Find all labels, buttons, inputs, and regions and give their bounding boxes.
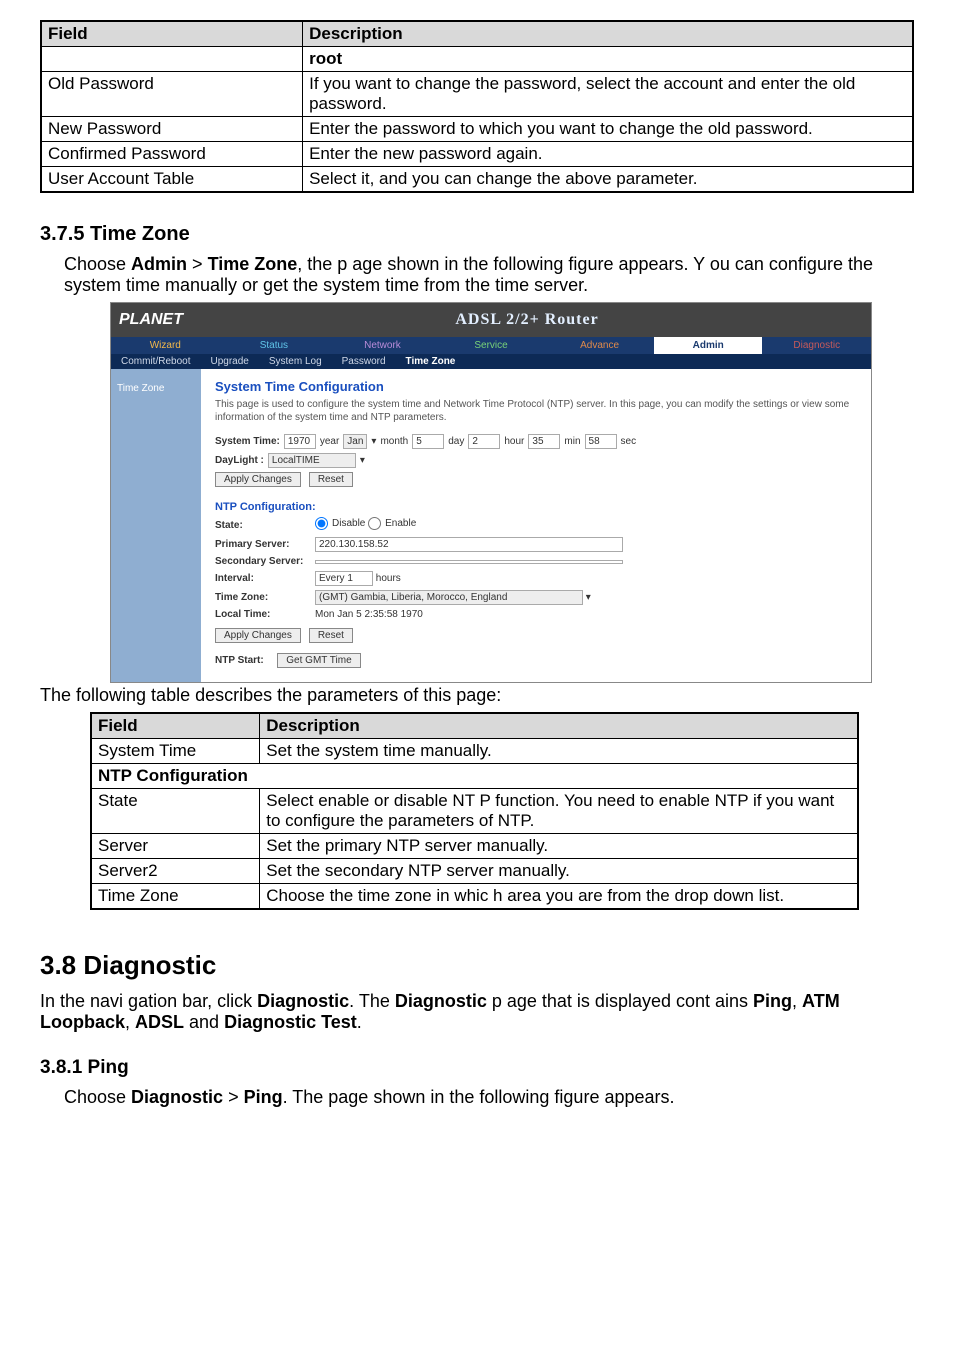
chevron-down-icon: ▾ [371,436,376,447]
tab-status[interactable]: Status [220,337,329,354]
para-381: Choose Diagnostic > Ping. The page shown… [64,1087,914,1108]
timezone-field-table: Field Description System Time Set the sy… [90,712,859,910]
disable-radio[interactable] [315,517,328,530]
apply-reset-row-1: Apply Changes Reset [215,472,857,487]
table-row: User Account Table Select it, and you ca… [41,167,913,193]
table-row: Server2 Set the secondary NTP server man… [91,859,858,884]
tab-wizard[interactable]: Wizard [111,337,220,354]
col-field: Field [41,21,303,47]
primary-input[interactable]: 220.130.158.52 [315,537,623,552]
col-desc: Description [303,21,913,47]
enable-label: Enable [385,518,416,529]
chevron-down-icon: ▾ [586,592,591,603]
systime-label: System Time: [215,436,280,447]
system-time-row: System Time: 1970 year Jan ▾ month 5 day… [215,434,857,449]
table-header: Field Description [41,21,913,47]
daylight-row: DayLight : LocalTIME ▾ [215,453,857,468]
year-label: year [320,436,339,447]
tz-select[interactable]: (GMT) Gambia, Liberia, Morocco, England [315,590,583,605]
secondary-input[interactable] [315,560,623,564]
table-row: New Password Enter the password to which… [41,117,913,142]
subtab-password[interactable]: Password [332,354,396,369]
day-label: day [448,436,464,447]
sec-label: sec [621,436,637,447]
reset-button[interactable]: Reset [309,472,353,487]
daylight-select[interactable]: LocalTIME [268,453,356,468]
tab-network[interactable]: Network [328,337,437,354]
panel-desc: This page is used to configure the syste… [215,398,857,424]
subtab-commit[interactable]: Commit/Reboot [111,354,200,369]
secondary-label: Secondary Server: [215,556,305,567]
ntp-heading: NTP Configuration: [215,501,857,513]
tz-label: Time Zone: [215,592,305,603]
hour-input[interactable]: 2 [468,434,500,449]
table-header: Field Description [91,713,858,739]
page: Field Description root Old Password If y… [0,0,954,1134]
table-row: Old Password If you want to change the p… [41,72,913,117]
apply-reset-row-2: Apply Changes Reset [215,628,857,643]
table-row: Confirmed Password Enter the new passwor… [41,142,913,167]
interval-label: Interval: [215,573,305,584]
col-desc: Description [260,713,858,739]
para-375: Choose Admin > Time Zone, the p age show… [64,254,914,296]
subtab-upgrade[interactable]: Upgrade [200,354,258,369]
hour-label: hour [504,436,524,447]
state-radios: Disable Enable [315,517,857,533]
localtime-value: Mon Jan 5 2:35:58 1970 [315,609,857,620]
tab-service[interactable]: Service [437,337,546,354]
main-tabs: Wizard Status Network Service Advance Ad… [111,337,871,354]
table-row: root [41,47,913,72]
state-label: State: [215,520,305,531]
table-row: Time Zone Choose the time zone in whic h… [91,884,858,910]
ntp-start-row: NTP Start: Get GMT Time [215,653,857,668]
router-title: ADSL 2/2+ Router [183,311,871,329]
sub-tabs: Commit/Reboot Upgrade System Log Passwor… [111,354,871,369]
tab-diagnostic[interactable]: Diagnostic [762,337,871,354]
interval-input[interactable]: Every 1 [315,571,373,586]
interval-unit: hours [376,573,401,584]
min-input[interactable]: 35 [528,434,560,449]
router-body: Time Zone System Time Configuration This… [111,369,871,682]
tab-admin[interactable]: Admin [654,337,763,354]
logo: PLANET [119,311,183,329]
main-panel: System Time Configuration This page is u… [201,369,871,682]
min-label: min [564,436,580,447]
left-nav: Time Zone [111,369,201,682]
table-group-row: NTP Configuration [91,764,858,789]
table-row: System Time Set the system time manually… [91,739,858,764]
table-row: Server Set the primary NTP server manual… [91,834,858,859]
para-38: In the navi gation bar, click Diagnostic… [40,991,914,1033]
sec-input[interactable]: 58 [585,434,617,449]
apply-button[interactable]: Apply Changes [215,472,301,487]
router-screenshot: PLANET ADSL 2/2+ Router Wizard Status Ne… [110,302,872,683]
localtime-label: Local Time: [215,609,305,620]
month-select[interactable]: Jan [343,434,367,449]
subtab-timezone[interactable]: Time Zone [396,354,466,369]
daylight-label: DayLight : [215,455,264,466]
subtab-syslog[interactable]: System Log [259,354,332,369]
router-header: PLANET ADSL 2/2+ Router [111,303,871,337]
table2-intro: The following table describes the parame… [40,685,914,706]
enable-radio[interactable] [368,517,381,530]
left-timezone[interactable]: Time Zone [111,379,201,398]
tab-advance[interactable]: Advance [545,337,654,354]
month-label: month [380,436,408,447]
panel-heading: System Time Configuration [215,379,857,394]
ntp-start-label: NTP Start: [215,655,264,666]
heading-375: 3.7.5 Time Zone [40,223,914,246]
heading-381: 3.8.1 Ping [40,1057,914,1079]
year-input[interactable]: 1970 [284,434,316,449]
primary-label: Primary Server: [215,539,305,550]
table-row: State Select enable or disable NT P func… [91,789,858,834]
day-input[interactable]: 5 [412,434,444,449]
heading-38: 3.8 Diagnostic [40,950,914,981]
ntp-grid: State: Disable Enable Primary Server: 22… [215,517,857,620]
chevron-down-icon: ▾ [360,455,365,466]
password-field-table: Field Description root Old Password If y… [40,20,914,193]
reset-button-2[interactable]: Reset [309,628,353,643]
col-field: Field [91,713,260,739]
apply-button-2[interactable]: Apply Changes [215,628,301,643]
get-gmt-button[interactable]: Get GMT Time [277,653,360,668]
disable-label: Disable [332,518,365,529]
